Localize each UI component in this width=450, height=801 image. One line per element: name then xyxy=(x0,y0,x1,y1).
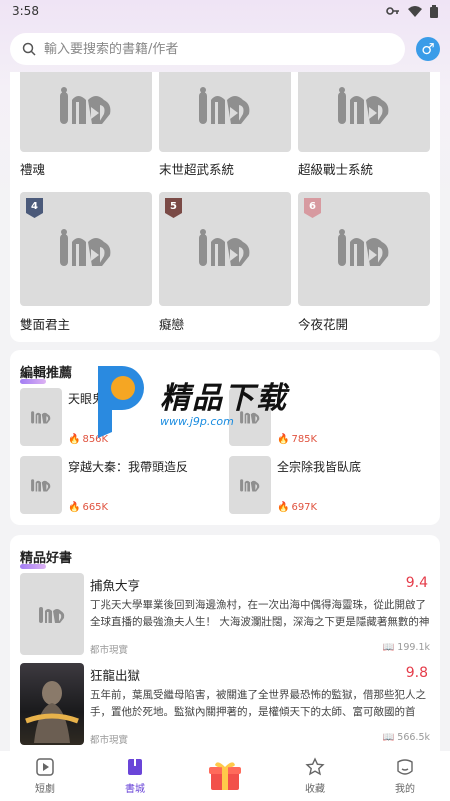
open-book-icon: 📖 xyxy=(382,642,398,653)
nav-item-bookstore[interactable]: 書城 xyxy=(100,757,170,795)
gender-toggle-button[interactable]: ♂ xyxy=(416,37,440,61)
fire-icon: 🔥 xyxy=(68,434,81,445)
book-meta: 都市現實 📖 566.5k xyxy=(90,732,430,746)
book-category: 都市現實 xyxy=(90,735,129,746)
book-cover[interactable] xyxy=(20,663,84,745)
book-cover[interactable]: 4 xyxy=(20,192,152,306)
nav-item-gift[interactable] xyxy=(190,759,260,794)
book-description: 丁兆天大學畢業後回到海邊漁村，在一次出海中偶得海靈珠，從此開啟了全球直播的最強漁… xyxy=(90,599,430,628)
status-time: 3:58 xyxy=(12,4,39,18)
watermark: 精品下载 www.j9p.com xyxy=(90,355,360,445)
nav-item-short-drama[interactable]: 短劇 xyxy=(10,757,80,795)
battery-icon xyxy=(430,4,438,18)
placeholder-logo-icon xyxy=(60,87,111,124)
book-cover[interactable] xyxy=(20,456,62,514)
rank-badge: 6 xyxy=(304,198,321,218)
read-count: 📖 566.5k xyxy=(382,732,430,743)
book-cover[interactable] xyxy=(20,573,84,655)
placeholder-logo-icon xyxy=(39,606,65,623)
profile-icon xyxy=(397,759,413,775)
placeholder-logo-icon xyxy=(338,229,389,266)
search-row: ♂ xyxy=(10,33,440,65)
book-title[interactable]: 捕魚大亨 xyxy=(90,575,140,594)
star-icon xyxy=(305,757,325,776)
book-category: 都市現實 xyxy=(90,645,129,656)
book-meta: 都市現實 📖 199.1k xyxy=(90,642,430,656)
book-title[interactable]: 穿越大秦：我帶頭造反 xyxy=(68,458,188,475)
rank-badge: 4 xyxy=(26,198,43,218)
placeholder-logo-icon xyxy=(338,87,389,124)
watermark-logo-icon xyxy=(98,366,144,438)
search-input[interactable] xyxy=(44,41,374,57)
placeholder-logo-icon xyxy=(240,479,260,492)
male-icon: ♂ xyxy=(421,40,435,58)
heat-count: 🔥 665K xyxy=(68,502,109,513)
status-bar: 3:58 xyxy=(0,0,450,22)
video-icon xyxy=(36,758,54,776)
book-title[interactable]: 全宗除我皆臥底 xyxy=(277,458,361,475)
open-book-icon: 📖 xyxy=(382,732,398,743)
placeholder-logo-icon xyxy=(31,411,51,424)
search-box[interactable] xyxy=(10,33,405,65)
gift-icon xyxy=(209,761,241,790)
book-title[interactable]: 超級戰士系統 xyxy=(298,159,373,178)
book-score: 9.8 xyxy=(405,665,428,681)
book-title[interactable]: 今夜花開 xyxy=(298,314,348,333)
fire-icon: 🔥 xyxy=(68,502,81,513)
section-title: 編輯推薦 xyxy=(20,362,72,384)
rank-badge: 5 xyxy=(165,198,182,218)
placeholder-logo-icon xyxy=(31,479,51,492)
book-cover[interactable]: 5 xyxy=(159,192,291,306)
watermark-brand: 精品下载 xyxy=(160,380,288,416)
bottom-nav: 短劇 書城 收藏 我的 xyxy=(0,751,450,801)
book-title[interactable]: 狂龍出獄 xyxy=(90,665,140,684)
search-icon xyxy=(22,42,36,56)
heat-count: 🔥 697K xyxy=(277,502,318,513)
wifi-icon xyxy=(408,5,422,17)
cover-art-figure-icon xyxy=(25,681,79,743)
placeholder-logo-icon xyxy=(199,87,250,124)
read-count: 📖 199.1k xyxy=(382,642,430,653)
nav-item-favorites[interactable]: 收藏 xyxy=(280,757,350,795)
section-title: 精品好書 xyxy=(20,547,72,569)
book-cover[interactable] xyxy=(20,388,62,446)
book-cover[interactable]: 6 xyxy=(298,192,430,306)
book-cover[interactable] xyxy=(159,72,291,152)
placeholder-logo-icon xyxy=(199,229,250,266)
book-title[interactable]: 禮魂 xyxy=(20,159,45,178)
nav-item-profile[interactable]: 我的 xyxy=(370,757,440,795)
book-cover[interactable] xyxy=(298,72,430,152)
book-title[interactable]: 癡戀 xyxy=(159,314,184,333)
status-icons xyxy=(386,4,438,18)
key-icon xyxy=(386,7,399,15)
book-description: 五年前，葉風受繼母陷害，被關進了全世界最恐怖的監獄，借那些犯人之手，置他於死地。… xyxy=(90,689,426,718)
book-score: 9.4 xyxy=(405,575,428,591)
fire-icon: 🔥 xyxy=(277,502,290,513)
book-icon xyxy=(128,759,142,775)
book-cover[interactable] xyxy=(20,72,152,152)
quality-books-card: 精品好書 捕魚大亨 9.4 丁兆天大學畢業後回到海邊漁村，在一次出海中偶得海靈珠… xyxy=(10,535,440,752)
book-title[interactable]: 末世超武系統 xyxy=(159,159,234,178)
ranking-grid-card: 禮魂 末世超武系統 超級戰士系統 4 5 6 雙面君主 癡戀 今夜花開 xyxy=(10,72,440,342)
placeholder-logo-icon xyxy=(60,229,111,266)
book-cover[interactable] xyxy=(229,456,271,514)
book-title[interactable]: 雙面君主 xyxy=(20,314,70,333)
